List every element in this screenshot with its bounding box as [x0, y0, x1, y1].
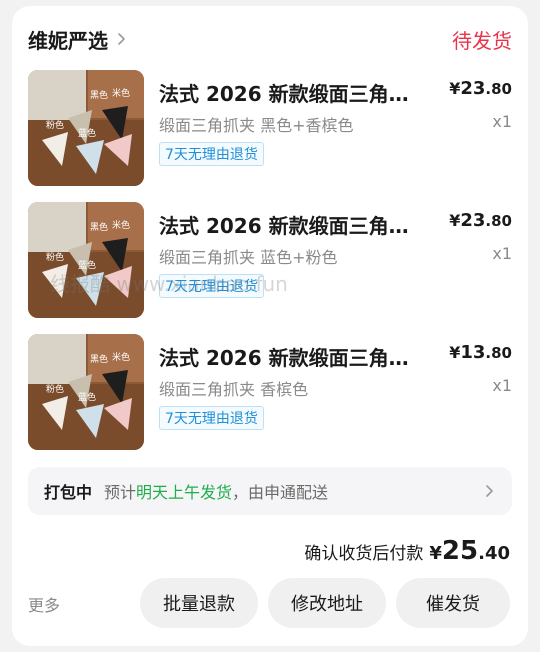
price-int: 23	[460, 210, 486, 231]
shop-name: 维妮严选	[28, 28, 108, 53]
shipping-prefix: 预计	[104, 483, 137, 502]
product-spec: 缎面三角抓夹 黑色+香槟色	[159, 116, 354, 135]
shipping-estimate: 预计明天上午发货，由申通配送	[104, 479, 328, 503]
product-image: 黑色 米色 粉色 蓝色	[28, 70, 144, 186]
product-image: 黑色 米色 粉色 蓝色	[28, 202, 144, 318]
total-label: 确认收货后付款	[304, 544, 424, 564]
shop-link[interactable]: 维妮严选	[28, 25, 130, 54]
product-thumbnail: 黑色 米色 粉色 蓝色	[28, 202, 144, 318]
product-qty: x1	[492, 244, 512, 263]
price-dec: .80	[485, 212, 512, 230]
return-policy-tag: 7天无理由退货	[159, 274, 264, 298]
price-int: 13	[460, 342, 486, 363]
product-price: ¥23.80	[449, 78, 512, 99]
order-item[interactable]: 黑色 米色 粉色 蓝色 法式 2026 新款缎面三角… ¥13.80 缎面三角抓…	[28, 334, 512, 452]
order-total: 确认收货后付款 ¥ 25 .40	[304, 536, 510, 566]
thumb-label: 蓝色	[78, 259, 96, 270]
thumb-label: 黑色	[90, 353, 108, 364]
thumb-label: 黑色	[90, 221, 108, 232]
return-policy-tag: 7天无理由退货	[159, 142, 264, 166]
product-thumbnail: 黑色 米色 粉色 蓝色	[28, 334, 144, 450]
order-item[interactable]: 黑色 米色 粉色 蓝色 法式 2026 新款缎面三角… ¥23.80 缎面三角抓…	[28, 70, 512, 188]
change-address-button[interactable]: 修改地址	[268, 578, 386, 628]
product-spec: 缎面三角抓夹 香槟色	[159, 380, 309, 399]
chevron-right-icon	[486, 485, 493, 497]
product-title: 法式 2026 新款缎面三角…	[159, 346, 409, 370]
price-symbol: ¥	[449, 211, 461, 230]
product-title: 法式 2026 新款缎面三角…	[159, 82, 409, 106]
thumb-label: 蓝色	[78, 391, 96, 402]
thumb-label: 黑色	[90, 89, 108, 100]
total-dec: .40	[478, 543, 510, 564]
thumb-label: 米色	[112, 351, 130, 362]
shipping-suffix: ，由申通配送	[232, 483, 329, 502]
product-price: ¥23.80	[449, 210, 512, 231]
thumb-label: 粉色	[46, 251, 64, 262]
urge-shipping-button[interactable]: 催发货	[396, 578, 510, 628]
price-symbol: ¥	[449, 79, 461, 98]
price-dec: .80	[485, 344, 512, 362]
thumb-label: 粉色	[46, 383, 64, 394]
thumb-label: 米色	[112, 87, 130, 98]
order-header: 维妮严选 待发货	[28, 24, 512, 54]
batch-refund-button[interactable]: 批量退款	[140, 578, 258, 628]
order-card: 维妮严选 待发货 黑色 米色 粉色 蓝色 法式 2026 新款缎面三角… ¥23…	[12, 6, 528, 646]
shipping-label: 打包中	[44, 483, 93, 502]
thumb-label: 蓝色	[78, 127, 96, 138]
total-int: 25	[441, 536, 479, 566]
order-item[interactable]: 黑色 米色 粉色 蓝色 法式 2026 新款缎面三角… ¥23.80 缎面三角抓…	[28, 202, 512, 320]
order-status: 待发货	[452, 28, 512, 53]
product-thumbnail: 黑色 米色 粉色 蓝色	[28, 70, 144, 186]
total-symbol: ¥	[429, 543, 442, 564]
product-price: ¥13.80	[449, 342, 512, 363]
product-image: 黑色 米色 粉色 蓝色	[28, 334, 144, 450]
price-dec: .80	[485, 80, 512, 98]
shipping-highlight: 明天上午发货	[136, 483, 233, 502]
product-title: 法式 2026 新款缎面三角…	[159, 214, 409, 238]
price-int: 23	[460, 78, 486, 99]
thumb-label: 米色	[112, 219, 130, 230]
thumb-label: 粉色	[46, 119, 64, 130]
shipping-status-bar[interactable]: 打包中 预计明天上午发货，由申通配送	[28, 467, 512, 515]
more-button[interactable]: 更多	[28, 592, 60, 616]
return-policy-tag: 7天无理由退货	[159, 406, 264, 430]
product-spec: 缎面三角抓夹 蓝色+粉色	[159, 248, 338, 267]
chevron-right-icon	[118, 33, 125, 45]
product-qty: x1	[492, 112, 512, 131]
product-qty: x1	[492, 376, 512, 395]
price-symbol: ¥	[449, 343, 461, 362]
